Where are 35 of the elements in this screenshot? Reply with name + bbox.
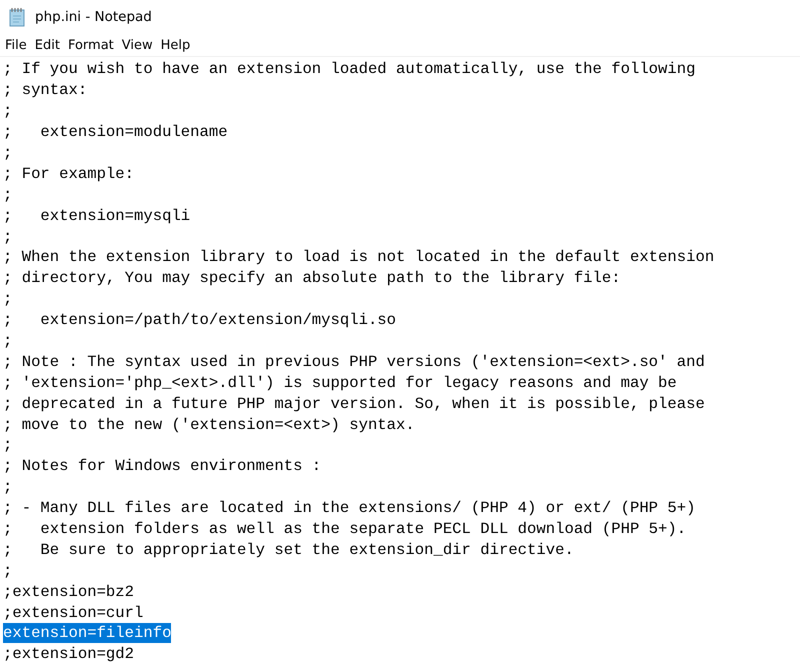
menu-item[interactable]: View — [120, 38, 159, 52]
text-line: ; directory, You may specify an absolute path to the library file: — [3, 268, 621, 288]
text-line: ; Note : The syntax used in previous PHP versions ('extension=<ext>.so' and — [3, 352, 705, 372]
text-line: ; syntax: — [3, 80, 88, 100]
text-line: ; For example: — [3, 164, 134, 184]
text-line: ; — [3, 289, 12, 310]
window-title: php.ini - Notepad — [35, 9, 152, 25]
text-line: ; — [3, 560, 12, 581]
text-line: ; extension=modulename — [3, 122, 228, 142]
text-line: ;extension=curl — [3, 602, 144, 623]
text-line: ; — [3, 435, 12, 456]
text-line: ; — [3, 226, 12, 247]
text-line: ;extension=gd2 — [3, 644, 134, 664]
notepad-icon — [9, 7, 27, 27]
text-line: ; extension=mysqli — [3, 206, 190, 226]
menu-item[interactable]: File — [3, 38, 33, 52]
text-line: ; Be sure to appropriately set the extension_dir directive. — [3, 540, 574, 560]
text-line: ; extension folders as well as the separate PECL DLL download (PHP 5+). — [3, 519, 686, 540]
text-line: ; — [3, 101, 12, 122]
text-line: ; extension=/path/to/extension/mysqli.so — [3, 310, 396, 330]
text-line: ; - Many DLL files are located in the extensions/ (PHP 4) or ext/ (PHP 5+) — [3, 498, 696, 518]
text-line: ; — [3, 184, 12, 205]
menu-item[interactable]: Edit — [32, 38, 66, 52]
text-line: ; — [3, 477, 12, 498]
text-line: ; If you wish to have an extension loaded automatically, use the following — [3, 59, 696, 80]
menu-item[interactable]: Format — [66, 38, 120, 52]
text-line: ; When the extension library to load is not located in the default extension — [3, 247, 714, 268]
text-line: ; move to the new ('extension=<ext>) syntax. — [3, 414, 415, 435]
text-line: ; — [3, 331, 12, 352]
text-line: ; — [3, 143, 12, 163]
menu-item[interactable]: Help — [158, 38, 196, 52]
text-line: ; 'extension='php_<ext>.dll') is supported for legacy reasons and may be — [3, 372, 677, 393]
text-line: ;extension=bz2 — [3, 582, 134, 602]
text-line: ; Notes for Windows environments : — [3, 456, 322, 476]
text-line: ; deprecated in a future PHP major version. So, when it is possible, please — [3, 394, 705, 414]
